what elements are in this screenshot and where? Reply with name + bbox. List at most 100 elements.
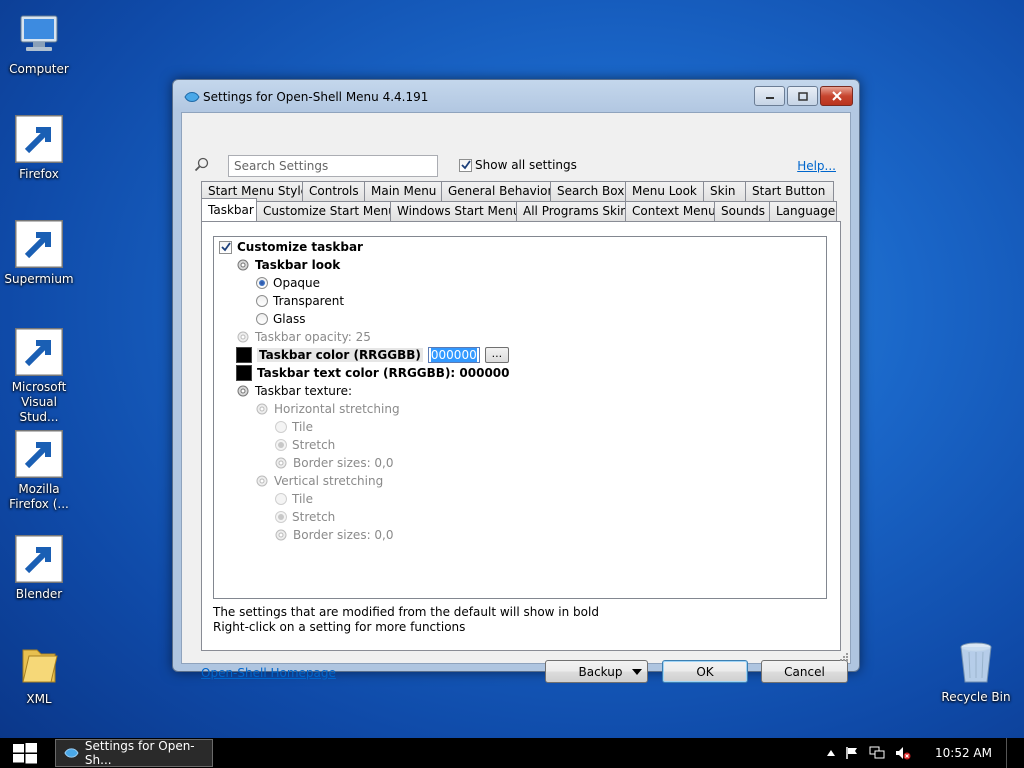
glass-radio[interactable] — [256, 313, 268, 325]
opaque-radio[interactable] — [256, 277, 268, 289]
firefox-icon — [15, 115, 63, 163]
tab-row-1: Start Menu Style Controls Main Menu Gene… — [201, 181, 834, 201]
gear-icon — [237, 259, 249, 271]
h-tile-radio[interactable] — [275, 421, 287, 433]
show-hidden-icons-icon[interactable] — [827, 750, 836, 756]
show-all-checkbox[interactable] — [459, 158, 472, 172]
browse-color-button[interactable]: ... — [484, 347, 509, 363]
tab-skin[interactable]: Skin — [703, 181, 746, 201]
shortcut-arrow-icon — [15, 535, 63, 583]
desktop-icon-label: Blender — [15, 587, 63, 601]
tab-controls[interactable]: Controls — [302, 181, 365, 201]
show-all-settings[interactable]: Show all settings — [459, 158, 577, 172]
blender-icon — [15, 535, 63, 583]
tab-taskbar[interactable]: Taskbar — [201, 198, 257, 221]
h-stretch-radio[interactable] — [275, 439, 287, 451]
desktop-icon-firefox[interactable]: Firefox — [4, 115, 74, 182]
tab-search-box[interactable]: Search Box — [550, 181, 626, 201]
shortcut-arrow-icon — [15, 430, 63, 478]
show-desktop-button[interactable] — [1006, 738, 1012, 768]
setting-customize-taskbar[interactable]: Customize taskbar — [219, 238, 363, 256]
start-button[interactable] — [0, 738, 50, 768]
option-glass[interactable]: Glass — [256, 310, 306, 328]
transparent-radio[interactable] — [256, 295, 268, 307]
desktop-icon-label: Firefox — [19, 167, 59, 181]
minimize-icon — [765, 97, 774, 99]
option-h-stretch[interactable]: Stretch — [275, 436, 335, 454]
desktop-icon-label: Microsoft Visual Stud... — [11, 380, 67, 424]
search-input[interactable]: Search Settings — [228, 155, 438, 177]
option-h-tile[interactable]: Tile — [275, 418, 313, 436]
backup-button[interactable]: Backup — [545, 660, 648, 683]
desktop-icon-label: XML — [26, 692, 52, 706]
setting-v-border-sizes[interactable]: Border sizes: 0,0 — [274, 526, 394, 544]
setting-h-border-sizes[interactable]: Border sizes: 0,0 — [274, 454, 394, 472]
flag-icon[interactable] — [845, 746, 859, 760]
desktop-icon-supermium[interactable]: Supermium — [4, 220, 74, 287]
recycle-bin-icon — [952, 638, 1000, 686]
system-tray: 10:52 AM — [827, 738, 1024, 768]
tab-start-button[interactable]: Start Button — [745, 181, 834, 201]
minimize-button[interactable] — [754, 86, 785, 106]
tab-general-behavior[interactable]: General Behavior — [441, 181, 552, 201]
desktop-icon-label: Mozilla Firefox (... — [9, 482, 69, 511]
close-button[interactable] — [820, 86, 853, 106]
setting-taskbar-look[interactable]: Taskbar look — [236, 256, 340, 274]
desktop-icon-xml[interactable]: XML — [4, 640, 74, 707]
windows-logo-icon — [13, 743, 37, 764]
desktop-icon-label: Recycle Bin — [941, 690, 1011, 704]
cancel-button[interactable]: Cancel — [761, 660, 848, 683]
taskbar-tab-panel: Customize taskbar Taskbar look Opaque Tr… — [201, 221, 841, 651]
ok-button[interactable]: OK — [662, 660, 748, 683]
shortcut-arrow-icon — [15, 220, 63, 268]
tab-all-programs-skin[interactable]: All Programs Skin — [516, 201, 628, 221]
taskbar-item-settings[interactable]: Settings for Open-Sh... — [55, 739, 213, 767]
tab-main-menu[interactable]: Main Menu — [364, 181, 442, 201]
network-icon[interactable] — [869, 746, 885, 760]
option-v-stretch[interactable]: Stretch — [275, 508, 335, 526]
tab-windows-start-menu[interactable]: Windows Start Menu — [390, 201, 520, 221]
desktop-icon-blender[interactable]: Blender — [4, 535, 74, 602]
tab-language[interactable]: Language — [769, 201, 837, 221]
desktop-icon-mozilla-firefox[interactable]: Mozilla Firefox (... — [4, 430, 74, 512]
desktop-icon-visual-studio[interactable]: Microsoft Visual Stud... — [4, 328, 74, 425]
checkmark-icon — [460, 160, 471, 170]
taskbar-color-swatch — [236, 347, 252, 363]
maximize-button[interactable] — [787, 86, 818, 106]
setting-taskbar-opacity[interactable]: Taskbar opacity: 25 — [236, 328, 371, 346]
setting-vertical-stretching[interactable]: Vertical stretching — [255, 472, 383, 490]
tab-sounds[interactable]: Sounds — [714, 201, 770, 221]
volume-muted-icon[interactable] — [895, 746, 911, 760]
visual-studio-icon — [15, 328, 63, 376]
v-tile-radio[interactable] — [275, 493, 287, 505]
option-v-tile[interactable]: Tile — [275, 490, 313, 508]
desktop-icon-computer[interactable]: Computer — [4, 10, 74, 77]
taskbar: Settings for Open-Sh... 10:52 AM — [0, 738, 1024, 768]
clock[interactable]: 10:52 AM — [935, 746, 992, 760]
homepage-link[interactable]: Open-Shell Homepage — [201, 666, 336, 680]
resize-grip-icon[interactable] — [838, 651, 848, 661]
desktop-icon-recycle-bin[interactable]: Recycle Bin — [940, 638, 1012, 705]
desktop-icon-label: Computer — [9, 62, 69, 76]
option-transparent[interactable]: Transparent — [256, 292, 344, 310]
tab-customize-start-menu[interactable]: Customize Start Menu — [256, 201, 396, 221]
info-right-click: Right-click on a setting for more functi… — [213, 620, 466, 634]
setting-horizontal-stretching[interactable]: Horizontal stretching — [255, 400, 400, 418]
show-all-label: Show all settings — [475, 158, 577, 172]
tab-menu-look[interactable]: Menu Look — [625, 181, 704, 201]
settings-tree[interactable]: Customize taskbar Taskbar look Opaque Tr… — [213, 236, 827, 599]
help-link[interactable]: Help... — [797, 159, 836, 173]
setting-taskbar-text-color[interactable]: Taskbar text color (RRGGBB): 000000 — [236, 364, 510, 382]
setting-taskbar-color[interactable]: Taskbar color (RRGGBB) 000000 ... — [236, 346, 509, 364]
v-stretch-radio[interactable] — [275, 511, 287, 523]
gear-icon — [256, 403, 268, 415]
search-icon — [194, 157, 209, 172]
application-window-icon — [15, 430, 63, 478]
setting-taskbar-texture[interactable]: Taskbar texture: — [236, 382, 352, 400]
customize-taskbar-checkbox[interactable] — [219, 240, 232, 254]
tab-context-menu[interactable]: Context Menu — [625, 201, 716, 221]
taskbar-color-input[interactable]: 000000 — [427, 347, 480, 363]
option-opaque[interactable]: Opaque — [256, 274, 320, 292]
info-modified-bold: The settings that are modified from the … — [213, 605, 599, 619]
window-titlebar[interactable]: Settings for Open-Shell Menu 4.4.191 — [173, 80, 859, 112]
